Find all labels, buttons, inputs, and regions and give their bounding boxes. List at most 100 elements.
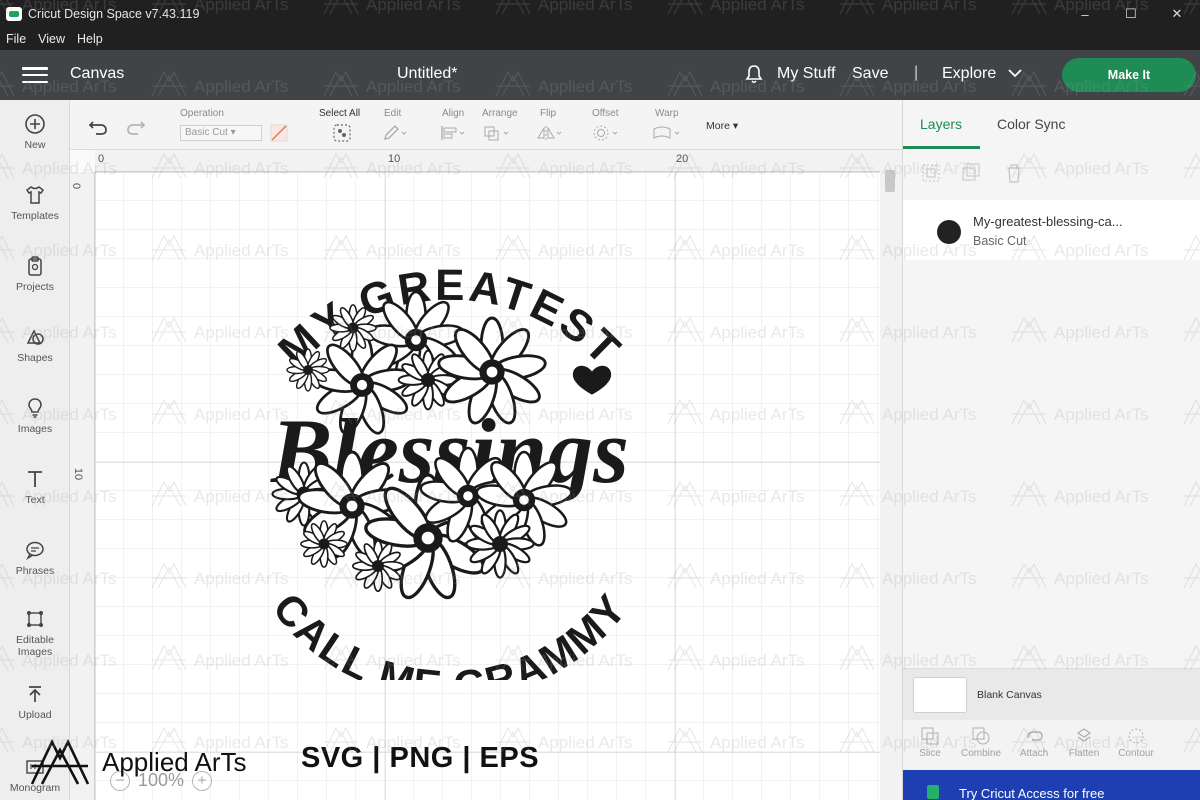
scrollbar-thumb[interactable] bbox=[885, 170, 895, 192]
plus-circle-icon bbox=[25, 114, 45, 134]
menu-view[interactable]: View bbox=[38, 32, 65, 46]
chevron-down-icon[interactable] bbox=[1006, 64, 1024, 82]
undo-icon[interactable] bbox=[88, 118, 108, 136]
sidebar-item-templates[interactable]: Templates bbox=[0, 183, 70, 222]
sidebar-item-images[interactable]: Images bbox=[0, 396, 70, 435]
more-button[interactable]: More ▾ bbox=[706, 120, 738, 132]
layer-operation: Basic Cut bbox=[973, 234, 1027, 248]
sidebar-item-editable-images[interactable]: Editable Images bbox=[0, 607, 70, 658]
sidebar-item-label: Images bbox=[17, 423, 53, 435]
offset-label: Offset bbox=[592, 108, 619, 119]
contour-button[interactable]: Contour bbox=[1109, 726, 1163, 759]
slice-button[interactable]: Slice bbox=[903, 726, 957, 759]
ruler-left-0: 0 bbox=[70, 182, 83, 190]
sidebar-item-label: Templates bbox=[11, 210, 59, 222]
arrange-icon[interactable] bbox=[482, 124, 512, 142]
minimize-button[interactable]: – bbox=[1062, 0, 1108, 28]
bottom-tools: Slice Combine Attach Flatten Contour bbox=[903, 720, 1200, 770]
edit-toolbar: Operation Basic Cut ▾ Select All Edit Al… bbox=[70, 100, 902, 150]
menu-bar: File View Help bbox=[0, 28, 1200, 50]
combine-button[interactable]: Combine bbox=[954, 726, 1008, 759]
ruler-top-20: 20 bbox=[676, 153, 689, 165]
notification-bell-icon[interactable] bbox=[743, 63, 765, 85]
title-bar: Cricut Design Space v7.43.119 – ☐ ✕ bbox=[0, 0, 1200, 28]
design-artwork[interactable]: MY GREATEST Blessings CALL ME GRAMMY bbox=[210, 210, 690, 680]
layer-thumbnail bbox=[937, 220, 961, 244]
make-it-button[interactable]: Make It bbox=[1062, 58, 1196, 92]
sidebar-item-phrases[interactable]: Phrases bbox=[0, 538, 70, 577]
tab-layers[interactable]: Layers bbox=[920, 116, 962, 132]
shirt-icon bbox=[25, 186, 45, 204]
sidebar-item-label: Upload bbox=[18, 709, 52, 721]
select-all-label: Select All bbox=[319, 108, 361, 119]
flatten-button[interactable]: Flatten bbox=[1057, 726, 1111, 759]
sidebar-item-projects[interactable]: Projects bbox=[0, 254, 70, 293]
blank-canvas-row[interactable]: Blank Canvas bbox=[903, 668, 1200, 720]
left-sidebar: New Templates Projects Shapes Images Tex… bbox=[0, 100, 70, 800]
sidebar-item-label: Shapes bbox=[17, 352, 53, 364]
layer-row[interactable]: My-greatest-blessing-ca... Basic Cut bbox=[903, 200, 1200, 260]
my-stuff-link[interactable]: My Stuff bbox=[777, 65, 835, 83]
flip-icon[interactable] bbox=[536, 124, 564, 142]
text-icon bbox=[28, 471, 42, 487]
upload-icon bbox=[29, 686, 41, 702]
delete-icon[interactable] bbox=[1007, 164, 1021, 183]
tab-color-sync[interactable]: Color Sync bbox=[997, 116, 1065, 132]
operation-value: Basic Cut bbox=[185, 127, 228, 138]
shapes-icon bbox=[26, 329, 44, 345]
cricut-app-icon bbox=[6, 7, 22, 21]
align-icon[interactable] bbox=[440, 124, 468, 142]
sidebar-item-label: Text bbox=[25, 494, 45, 506]
layer-actions bbox=[922, 163, 1021, 183]
sidebar-item-new[interactable]: New bbox=[0, 112, 70, 151]
sidebar-item-upload[interactable]: Upload bbox=[0, 682, 70, 721]
redo-icon[interactable] bbox=[126, 118, 146, 136]
app-window: Cricut Design Space v7.43.119 – ☐ ✕ File… bbox=[0, 0, 1200, 800]
arrange-label: Arrange bbox=[482, 108, 518, 119]
sidebar-item-label: Phrases bbox=[15, 565, 55, 577]
more-label: More bbox=[706, 120, 730, 132]
duplicate-icon[interactable] bbox=[962, 163, 980, 181]
layers-panel: Layers Color Sync My-greatest-blessing-c… bbox=[902, 100, 1200, 800]
brand-name: Applied ArTs bbox=[102, 746, 247, 777]
ruler-left-10: 10 bbox=[72, 467, 85, 481]
maximize-button[interactable]: ☐ bbox=[1108, 0, 1154, 28]
contour-icon bbox=[1128, 728, 1144, 744]
blank-canvas-label: Blank Canvas bbox=[977, 689, 1042, 701]
design-canvas[interactable]: 0 10 20 0 10 MY GREATEST Blessings CALL … bbox=[70, 150, 902, 800]
section-title: Canvas bbox=[70, 65, 125, 82]
operation-select[interactable]: Basic Cut ▾ bbox=[180, 125, 262, 141]
file-formats-text: SVG | PNG | EPS bbox=[301, 742, 540, 774]
clipboard-icon bbox=[28, 256, 42, 276]
canvas-vertical-scrollbar[interactable] bbox=[880, 150, 902, 800]
warp-icon[interactable] bbox=[652, 124, 686, 142]
select-all-icon[interactable] bbox=[332, 123, 352, 143]
save-button[interactable]: Save bbox=[852, 65, 888, 83]
menu-file[interactable]: File bbox=[6, 32, 26, 46]
blank-canvas-swatch[interactable] bbox=[913, 677, 967, 713]
try-cricut-access-banner[interactable]: Try Cricut Access for free bbox=[903, 770, 1200, 800]
group-icon[interactable] bbox=[922, 164, 940, 182]
offset-icon[interactable] bbox=[592, 124, 622, 142]
menu-help[interactable]: Help bbox=[77, 32, 103, 46]
editable-image-icon bbox=[27, 611, 43, 627]
document-title[interactable]: Untitled* bbox=[397, 65, 457, 83]
brand-logo: Applied ArTs bbox=[28, 732, 247, 792]
sidebar-item-text[interactable]: Text bbox=[0, 467, 70, 506]
align-label: Align bbox=[442, 108, 465, 119]
linetype-color-icon[interactable] bbox=[270, 124, 288, 142]
attach-button[interactable]: Attach bbox=[1007, 726, 1061, 759]
hamburger-menu-icon[interactable] bbox=[22, 67, 48, 84]
explore-dropdown[interactable]: Explore bbox=[942, 65, 996, 83]
app-header: Canvas Untitled* My Stuff Save | Explore… bbox=[0, 50, 1200, 100]
window-controls: – ☐ ✕ bbox=[1062, 0, 1200, 28]
close-button[interactable]: ✕ bbox=[1154, 0, 1200, 28]
sidebar-item-shapes[interactable]: Shapes bbox=[0, 325, 70, 364]
edit-pencil-icon[interactable] bbox=[382, 124, 408, 142]
contour-label: Contour bbox=[1118, 748, 1154, 759]
try-access-text: Try Cricut Access for free bbox=[959, 786, 1105, 800]
header-divider: | bbox=[914, 64, 919, 81]
slice-label: Slice bbox=[919, 748, 941, 759]
slice-icon bbox=[921, 727, 939, 745]
active-tab-indicator bbox=[903, 146, 980, 149]
